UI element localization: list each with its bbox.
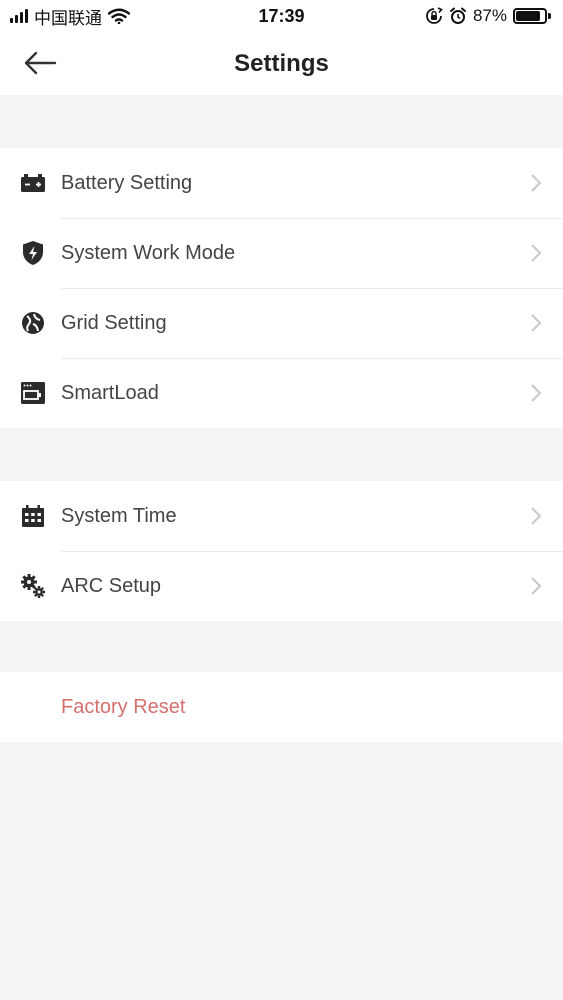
arc-setup-row[interactable]: ARC Setup — [0, 551, 563, 621]
carrier-name: 中国联通 — [34, 8, 102, 28]
chevron-right-icon — [531, 314, 542, 332]
window-toggle-icon — [20, 380, 46, 406]
rotation-lock-icon — [426, 7, 443, 24]
settings-group-device: Battery Setting System Work Mode Grid Se… — [0, 148, 563, 428]
arc-setup-label: ARC Setup — [61, 574, 162, 597]
battery-setting-row[interactable]: Battery Setting — [0, 148, 563, 218]
battery-setting-label: Battery Setting — [61, 171, 193, 194]
system-time-row[interactable]: System Time — [0, 481, 563, 551]
grid-setting-row[interactable]: Grid Setting — [0, 288, 563, 358]
chevron-right-icon — [531, 384, 542, 402]
chevron-right-icon — [531, 174, 542, 192]
factory-reset-button[interactable]: Factory Reset — [0, 672, 563, 742]
chevron-right-icon — [531, 507, 542, 525]
status-right: 87% — [425, 6, 551, 26]
battery-icon — [20, 170, 46, 196]
status-left: 中国联通 — [10, 4, 130, 29]
factory-reset-group: Factory Reset — [0, 672, 563, 742]
battery-status-icon — [513, 8, 551, 24]
calendar-icon — [20, 503, 46, 529]
nav-bar: Settings — [0, 32, 563, 95]
system-work-mode-label: System Work Mode — [61, 241, 236, 264]
arrow-left-icon — [24, 51, 57, 75]
grid-globe-icon — [20, 310, 46, 336]
gears-icon — [20, 573, 46, 599]
grid-setting-label: Grid Setting — [61, 311, 167, 334]
status-bar: 中国联通 17:39 87% — [0, 0, 563, 32]
wifi-icon — [108, 8, 130, 24]
smartload-label: SmartLoad — [61, 381, 159, 404]
alarm-icon — [449, 7, 466, 24]
back-button[interactable] — [20, 46, 60, 80]
chevron-right-icon — [531, 577, 542, 595]
shield-bolt-icon — [20, 240, 46, 266]
page-title: Settings — [234, 49, 329, 77]
smartload-row[interactable]: SmartLoad — [0, 358, 563, 428]
system-time-label: System Time — [61, 504, 177, 527]
battery-percent: 87% — [472, 6, 507, 25]
settings-group-system: System Time ARC Setup — [0, 481, 563, 621]
factory-reset-label: Factory Reset — [61, 695, 186, 718]
system-work-mode-row[interactable]: System Work Mode — [0, 218, 563, 288]
cell-signal-icon — [10, 9, 28, 23]
chevron-right-icon — [531, 244, 542, 262]
